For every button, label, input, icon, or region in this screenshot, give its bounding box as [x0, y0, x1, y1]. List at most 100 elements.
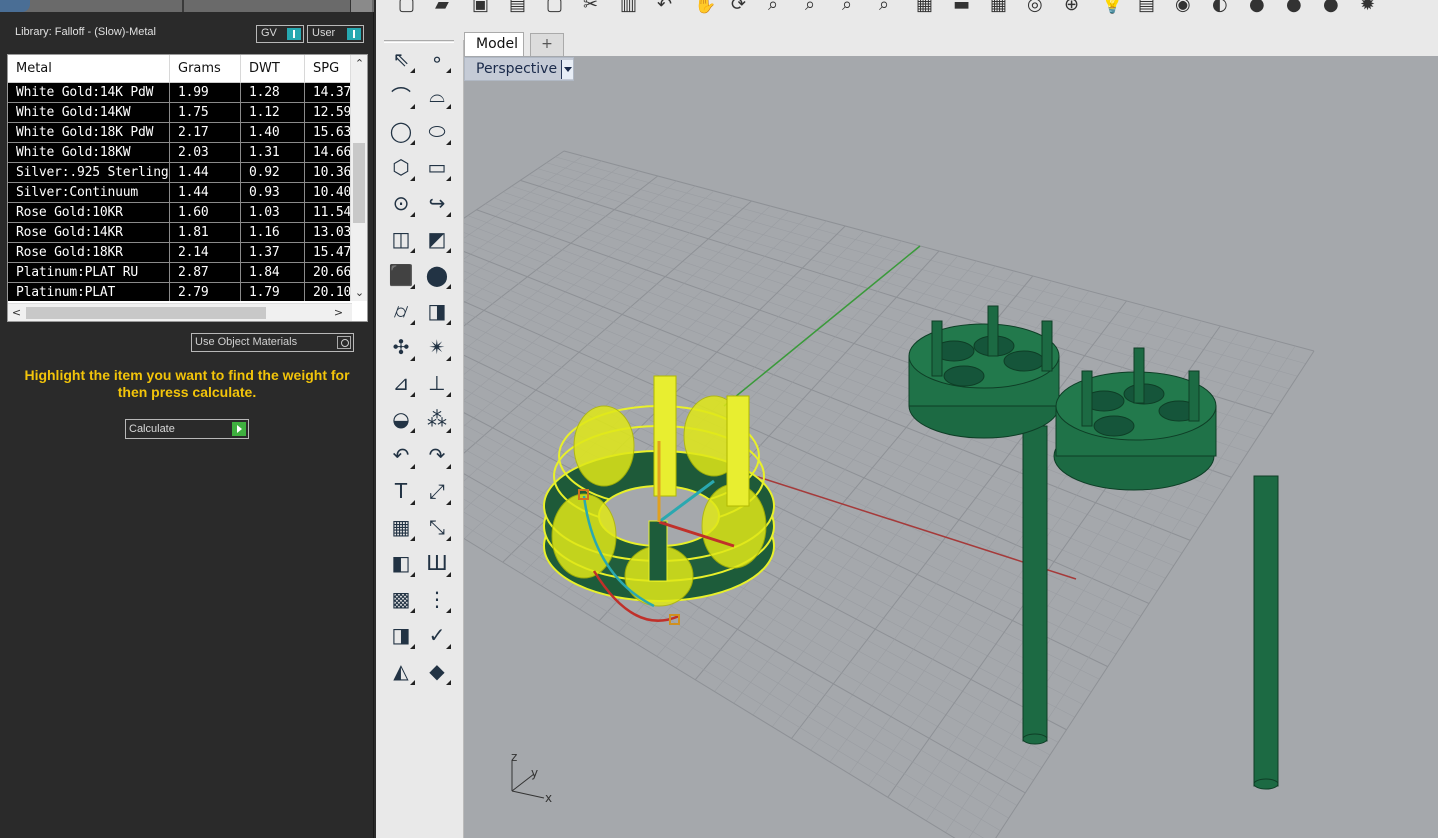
copy-icon[interactable]: ▢ [546, 0, 566, 15]
group-icon[interactable]: ⁂ [422, 404, 452, 434]
metal-weight-table[interactable]: Metal Grams DWT SPG White Gold:14K PdW 1.… [7, 54, 368, 322]
material-icon[interactable]: ● [1249, 0, 1269, 15]
viewport-title[interactable]: Perspective [464, 57, 574, 81]
table-row[interactable]: Rose Gold:18KR 2.14 1.37 15.47 [8, 243, 352, 263]
undo-icon[interactable]: ↶ [657, 0, 677, 15]
zoom-icon[interactable]: ⌕ [768, 0, 788, 15]
scroll-thumb[interactable] [353, 143, 365, 223]
zoom-extents-icon[interactable]: ⌕ [842, 0, 862, 15]
check-icon[interactable]: ✓ [422, 620, 452, 650]
column-header-grams[interactable]: Grams [170, 55, 241, 83]
dimension-icon[interactable]: Ш [422, 548, 452, 578]
table-row[interactable]: White Gold:18K PdW 2.17 1.40 15.63 [8, 123, 352, 143]
cut-icon[interactable]: ✂ [583, 0, 603, 15]
column-header-dwt[interactable]: DWT [241, 55, 305, 83]
user-toggle[interactable]: User [307, 25, 364, 43]
calculate-button[interactable]: Calculate [125, 419, 249, 439]
scroll-thumb[interactable] [26, 307, 266, 319]
grid-icon[interactable]: ▦ [990, 0, 1010, 15]
rectangle-icon[interactable]: ▭ [422, 152, 452, 182]
trim-icon[interactable]: ⊿ [386, 368, 416, 398]
table-row[interactable]: White Gold:14K PdW 1.99 1.28 14.37 [8, 83, 352, 103]
render-icon[interactable]: ◉ [1175, 0, 1195, 15]
table-row[interactable]: Rose Gold:14KR 1.81 1.16 13.03 [8, 223, 352, 243]
table-row[interactable]: White Gold:14KW 1.75 1.12 12.59 [8, 103, 352, 123]
horizontal-scrollbar[interactable]: < > [8, 303, 352, 321]
table-row[interactable]: White Gold:18KW 2.03 1.31 14.66 [8, 143, 352, 163]
zoom-selected-icon[interactable]: ⌕ [879, 0, 899, 15]
flow-icon[interactable]: ◨ [386, 620, 416, 650]
transform-icon[interactable]: ✣ [386, 332, 416, 362]
vertical-scrollbar[interactable]: ⌃ ⌄ [350, 55, 367, 301]
layer-icon[interactable]: ▤ [1138, 0, 1158, 15]
column-header-metal[interactable]: Metal [8, 55, 170, 83]
scroll-down-icon[interactable]: ⌄ [351, 284, 367, 301]
table-row[interactable]: Rose Gold:10KR 1.60 1.03 11.54 [8, 203, 352, 223]
selected-ring-object[interactable] [543, 375, 775, 625]
explode-icon[interactable]: ✴ [422, 332, 452, 362]
car-icon[interactable]: ▬ [953, 0, 973, 15]
print-icon[interactable]: ▤ [509, 0, 529, 15]
box-icon[interactable]: ⬛ [386, 260, 416, 290]
save-icon[interactable]: ▣ [472, 0, 492, 15]
polyline-icon[interactable]: ⌒ [386, 80, 416, 110]
osnap-icon[interactable]: ⊕ [1064, 0, 1084, 15]
array-icon[interactable]: ▦ [386, 512, 416, 542]
open-file-icon[interactable]: ▰ [435, 0, 455, 15]
extrude-icon[interactable]: ◧ [386, 548, 416, 578]
arc-icon[interactable]: ⊙ [386, 188, 416, 218]
settings-icon[interactable]: ✹ [1360, 0, 1380, 15]
polygon-icon[interactable]: ⬡ [386, 152, 416, 182]
offset-icon[interactable]: ↶ [386, 440, 416, 470]
cylinder-icon[interactable]: ⌭ [386, 296, 416, 326]
scroll-up-icon[interactable]: ⌃ [351, 55, 367, 72]
new-file-icon[interactable]: ▢ [398, 0, 418, 15]
tab-model[interactable]: Model [464, 32, 524, 56]
column-header-spg[interactable]: SPG [305, 55, 352, 83]
table-row[interactable]: Platinum:PLAT RU 2.87 1.84 20.66 [8, 263, 352, 283]
mesh-icon[interactable]: ◨ [422, 296, 452, 326]
align-icon[interactable]: ⋮ [422, 584, 452, 614]
add-tab-button[interactable]: + [530, 33, 564, 56]
sphere-icon[interactable]: ⬤ [422, 260, 452, 290]
blend-icon[interactable]: ↷ [422, 440, 452, 470]
rotate-view-icon[interactable]: ⟳ [731, 0, 751, 15]
table-row[interactable]: Silver:.925 Sterling 1.44 0.92 10.36 [8, 163, 352, 183]
pan-icon[interactable]: ✋ [694, 0, 716, 15]
point-icon[interactable]: ∘ [422, 44, 452, 74]
table-row[interactable]: Platinum:PLAT 2.79 1.79 20.10 [8, 283, 352, 301]
light-icon[interactable]: 💡 [1101, 0, 1123, 15]
viewport-scene[interactable]: z y x [464, 56, 1438, 838]
surface-icon[interactable]: ◫ [386, 224, 416, 254]
grid-array-icon[interactable]: ▩ [386, 584, 416, 614]
toolbar-grip[interactable] [384, 40, 454, 43]
scroll-right-icon[interactable]: > [330, 304, 347, 321]
layout-icon[interactable]: ▦ [916, 0, 936, 15]
zoom-window-icon[interactable]: ⌕ [805, 0, 825, 15]
scale-icon[interactable]: ⤢ [422, 476, 452, 506]
orient-icon[interactable]: ⤡ [422, 512, 452, 542]
circle-icon[interactable]: ◯ [386, 116, 416, 146]
green-object-left[interactable] [908, 305, 1060, 745]
fillet-icon[interactable]: ↪ [422, 188, 452, 218]
use-object-materials-toggle[interactable]: Use Object Materials [191, 333, 354, 352]
gv-toggle[interactable]: GV [256, 25, 304, 43]
table-row[interactable]: Silver:Continuum 1.44 0.93 10.40 [8, 183, 352, 203]
minimize-button[interactable] [350, 0, 372, 12]
split-icon[interactable]: ⊥ [422, 368, 452, 398]
viewport-menu-dropdown[interactable] [561, 60, 573, 79]
perspective-viewport[interactable]: z y x Perspective [464, 56, 1438, 838]
render-icon[interactable]: ◭ [386, 656, 416, 686]
sphere-icon[interactable]: ● [1286, 0, 1306, 15]
select-arrow-icon[interactable]: ⇖ [386, 44, 416, 74]
text-icon[interactable]: T [386, 476, 416, 506]
scroll-left-icon[interactable]: < [8, 304, 25, 321]
green-object-right[interactable] [1053, 347, 1279, 790]
color-wheel-icon[interactable]: ◐ [1212, 0, 1232, 15]
boolean-icon[interactable]: ◒ [386, 404, 416, 434]
loft-icon[interactable]: ◩ [422, 224, 452, 254]
light-icon[interactable]: ◆ [422, 656, 452, 686]
ellipse-icon[interactable]: ⬭ [422, 116, 452, 146]
snap-icon[interactable]: ◎ [1027, 0, 1047, 15]
paste-icon[interactable]: ▥ [620, 0, 640, 15]
